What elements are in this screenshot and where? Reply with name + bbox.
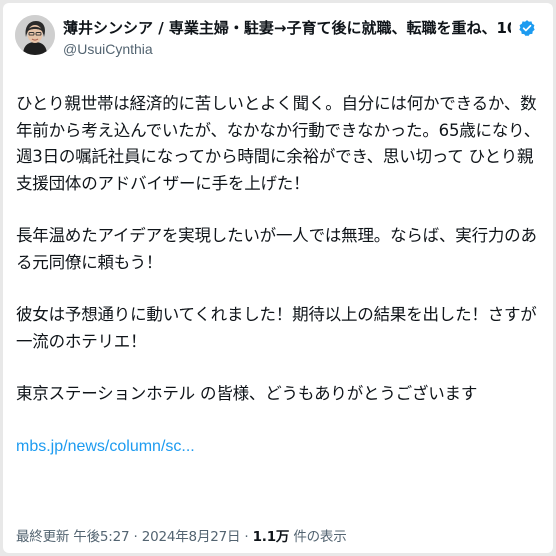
- post-header: 薄井シンシア / 専業主婦・駐妻→子育て後に就職、転職を重ね、10年で @Usu…: [15, 15, 545, 73]
- post-link[interactable]: mbs.jp/news/column/sc...: [16, 434, 544, 460]
- avatar-photo-icon: [15, 15, 55, 55]
- post-card: 薄井シンシア / 専業主婦・駐妻→子育て後に就職、転職を重ね、10年で @Usu…: [3, 3, 553, 553]
- post-paragraph: ひとり親世帯は経済的に苦しいとよく聞く。自分には何かできるか、数年前から考え込ん…: [16, 94, 541, 193]
- views-label: 件の表示: [293, 529, 347, 545]
- post-paragraph: 彼女は予想通りに動いてくれました！期待以上の結果を出した！さすが一流のホテリエ！: [16, 305, 537, 351]
- author-name-row: 薄井シンシア / 専業主婦・駐妻→子育て後に就職、転職を重ね、10年で: [63, 18, 545, 38]
- author-display-name[interactable]: 薄井シンシア / 専業主婦・駐妻→子育て後に就職、転職を重ね、10年で: [63, 18, 511, 38]
- verified-badge-icon: [518, 19, 536, 37]
- meta-separator: ·: [244, 529, 249, 545]
- views-count[interactable]: 1.1万: [253, 529, 290, 545]
- post-date[interactable]: 2024年8月27日: [142, 529, 241, 545]
- author-handle[interactable]: @UsuiCynthia: [63, 40, 153, 58]
- post-time[interactable]: 午後5:27: [73, 529, 129, 545]
- meta-separator: ·: [133, 529, 138, 545]
- post-paragraph: 長年温めたアイデアを実現したいが一人では無理。ならば、実行力のある元同僚に頼もう…: [16, 226, 537, 272]
- post-body: ひとり親世帯は経済的に苦しいとよく聞く。自分には何かできるか、数年前から考え込ん…: [16, 91, 544, 460]
- meta-prefix: 最終更新: [16, 529, 70, 545]
- post-meta: 最終更新 午後5:27 · 2024年8月27日 · 1.1万 件の表示: [16, 527, 546, 547]
- author-avatar[interactable]: [15, 15, 55, 55]
- post-paragraph: 東京ステーションホテル の皆様、どうもありがとうございます: [16, 384, 478, 403]
